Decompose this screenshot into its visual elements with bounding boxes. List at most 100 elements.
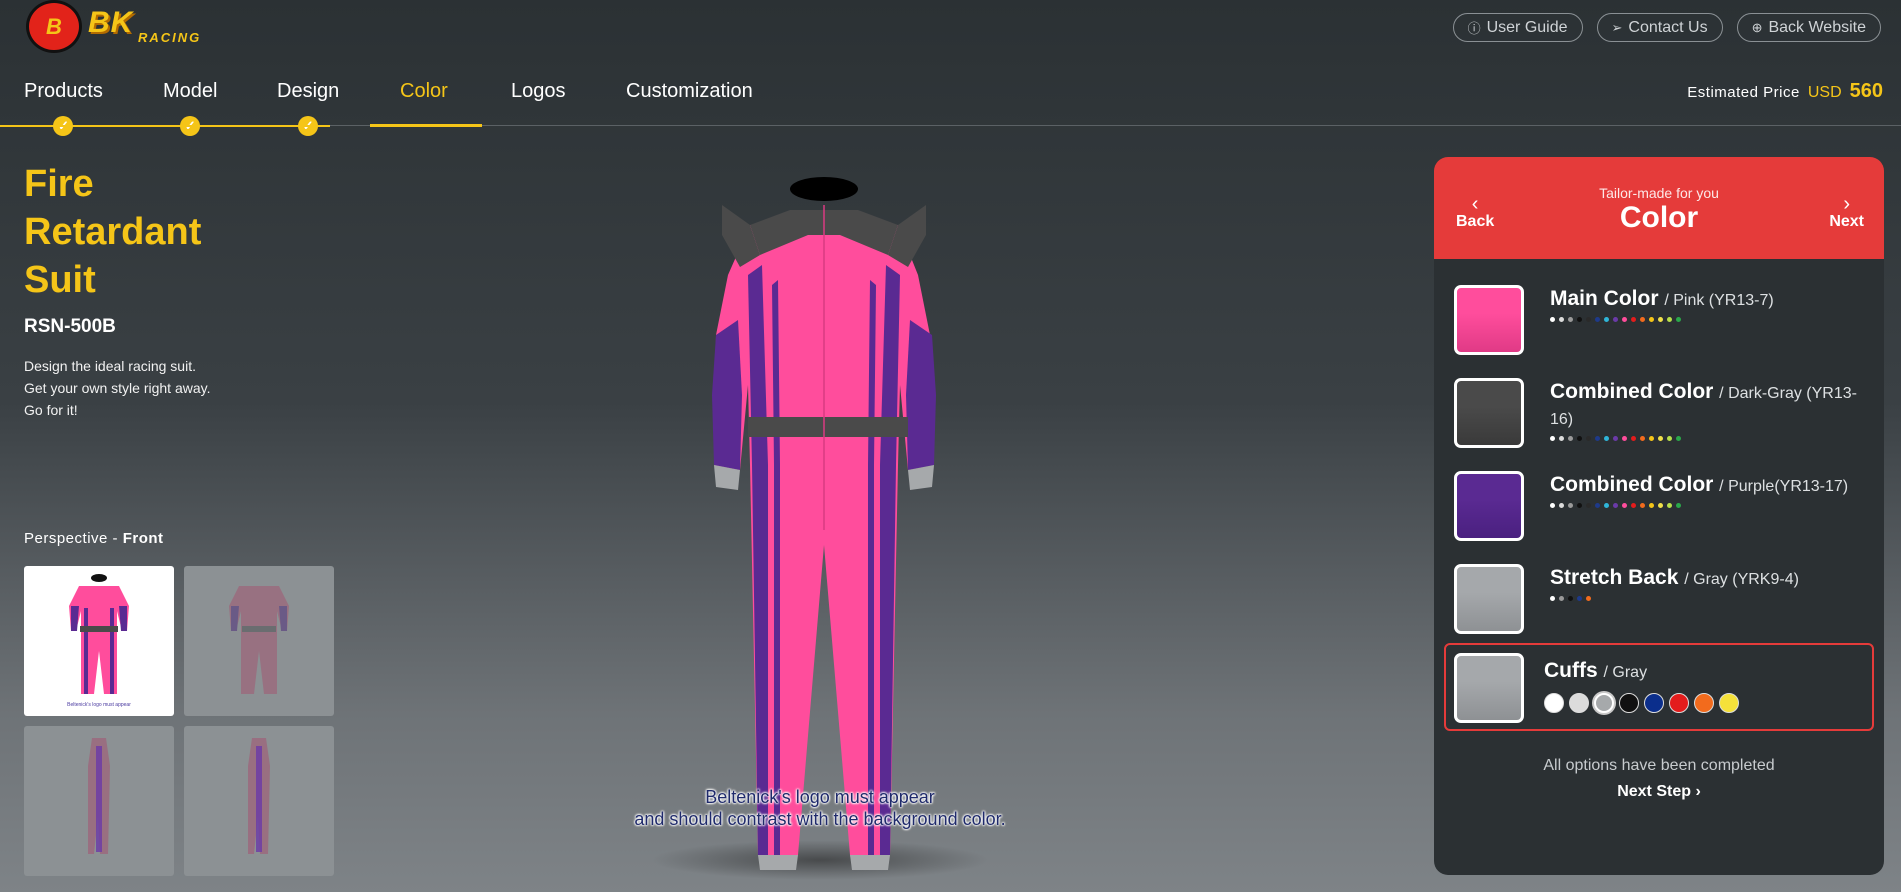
tab-model[interactable]: Model ✓	[163, 80, 217, 136]
thumb-back[interactable]	[184, 566, 334, 716]
swatch-main-color[interactable]	[1454, 285, 1524, 355]
tab-logos[interactable]: Logos	[511, 80, 566, 103]
cuff-color-option[interactable]	[1694, 693, 1714, 713]
swatch-combined-color-1[interactable]	[1454, 378, 1524, 448]
cuff-color-option[interactable]	[1669, 693, 1689, 713]
color-dot[interactable]	[1640, 436, 1645, 441]
cuff-color-option[interactable]	[1644, 693, 1664, 713]
thumb-front[interactable]: Beltenick's logo must appear	[24, 566, 174, 716]
color-dot[interactable]	[1631, 317, 1636, 322]
color-dot[interactable]	[1631, 436, 1636, 441]
option-value: / Pink (YR13-7)	[1664, 292, 1774, 309]
color-dot[interactable]	[1550, 596, 1555, 601]
color-dot[interactable]	[1649, 436, 1654, 441]
option-label: Combined Color / Purple(YR13-17)	[1550, 473, 1870, 499]
contact-us-link[interactable]: ➢ Contact Us	[1596, 13, 1723, 42]
color-dot[interactable]	[1640, 503, 1645, 508]
color-dot[interactable]	[1649, 503, 1654, 508]
swatch-stretch-back[interactable]	[1454, 564, 1524, 634]
user-guide-link[interactable]: ⓘ User Guide	[1452, 13, 1583, 42]
color-dot[interactable]	[1568, 436, 1573, 441]
option-cuffs[interactable]: Cuffs / Gray	[1444, 643, 1874, 731]
color-dot[interactable]	[1613, 436, 1618, 441]
color-dot[interactable]	[1658, 317, 1663, 322]
title-line: Retardant	[24, 211, 202, 253]
color-dot[interactable]	[1559, 596, 1564, 601]
color-dot[interactable]	[1559, 436, 1564, 441]
color-dot[interactable]	[1622, 317, 1627, 322]
color-dot[interactable]	[1604, 503, 1609, 508]
color-dot[interactable]	[1577, 503, 1582, 508]
color-dot[interactable]	[1550, 503, 1555, 508]
palette-dots[interactable]	[1550, 436, 1681, 441]
brand-logo-wordmark[interactable]: BK	[88, 6, 133, 46]
tab-color-label: Color	[400, 80, 448, 102]
option-stretch-back[interactable]: Stretch Back / Gray (YRK9-4)	[1444, 552, 1874, 640]
color-dot[interactable]	[1568, 596, 1573, 601]
color-dot[interactable]	[1613, 503, 1618, 508]
color-dot[interactable]	[1667, 503, 1672, 508]
color-dot[interactable]	[1613, 317, 1618, 322]
swatch-combined-color-2[interactable]	[1454, 471, 1524, 541]
color-dot[interactable]	[1568, 317, 1573, 322]
desc-line: Design the ideal racing suit.	[24, 358, 196, 374]
tab-customization[interactable]: Customization	[626, 80, 753, 103]
color-dot[interactable]	[1667, 317, 1672, 322]
cuff-color-option[interactable]	[1619, 693, 1639, 713]
tab-color[interactable]: Color	[400, 80, 448, 103]
tab-products[interactable]: Products ✓	[24, 80, 103, 136]
color-dot[interactable]	[1631, 503, 1636, 508]
color-dot[interactable]	[1577, 436, 1582, 441]
color-dot[interactable]	[1658, 503, 1663, 508]
color-dot[interactable]	[1676, 503, 1681, 508]
color-dot[interactable]	[1622, 503, 1627, 508]
color-dot[interactable]	[1676, 317, 1681, 322]
color-dot[interactable]	[1586, 596, 1591, 601]
color-dot[interactable]	[1577, 596, 1582, 601]
cuff-color-option[interactable]	[1544, 693, 1564, 713]
color-dot[interactable]	[1604, 436, 1609, 441]
next-step-button[interactable]: Next Step ›	[1434, 783, 1884, 801]
product-model: RSN-500B	[24, 316, 116, 337]
color-dot[interactable]	[1559, 317, 1564, 322]
option-main-color[interactable]: Main Color / Pink (YR13-7)	[1444, 273, 1874, 361]
color-dot[interactable]	[1577, 317, 1582, 322]
color-dot[interactable]	[1604, 317, 1609, 322]
color-dot[interactable]	[1622, 436, 1627, 441]
thumb-right-side[interactable]	[184, 726, 334, 876]
cuff-color-option[interactable]	[1719, 693, 1739, 713]
palette-dots[interactable]	[1550, 596, 1591, 601]
palette-dots[interactable]	[1550, 317, 1681, 322]
color-dot[interactable]	[1595, 436, 1600, 441]
panel-header: ‹ Back Tailor-made for you Color › Next	[1434, 157, 1884, 259]
color-dot[interactable]	[1595, 503, 1600, 508]
color-dot[interactable]	[1559, 503, 1564, 508]
swatch-cuffs[interactable]	[1454, 653, 1524, 723]
option-combined-color-1[interactable]: Combined Color / Dark-Gray (YR13-16)	[1444, 366, 1874, 454]
color-dot[interactable]	[1550, 436, 1555, 441]
color-dot[interactable]	[1568, 503, 1573, 508]
palette-dots[interactable]	[1550, 503, 1681, 508]
tab-customization-label: Customization	[626, 80, 753, 102]
color-dot[interactable]	[1586, 317, 1591, 322]
cuff-color-option[interactable]	[1594, 693, 1614, 713]
color-dot[interactable]	[1550, 317, 1555, 322]
back-website-link[interactable]: ⊕ Back Website	[1736, 13, 1881, 42]
color-dot[interactable]	[1667, 436, 1672, 441]
option-label: Main Color / Pink (YR13-7)	[1550, 287, 1870, 313]
color-dot[interactable]	[1649, 317, 1654, 322]
color-dot[interactable]	[1595, 317, 1600, 322]
ankle-right	[850, 855, 890, 870]
color-dot[interactable]	[1586, 503, 1591, 508]
cuff-color-option[interactable]	[1569, 693, 1589, 713]
next-button[interactable]: › Next	[1829, 194, 1864, 231]
color-dot[interactable]	[1676, 436, 1681, 441]
completed-message: All options have been completed	[1543, 757, 1775, 774]
color-dot[interactable]	[1658, 436, 1663, 441]
thumb-left-side[interactable]	[24, 726, 174, 876]
brand-logo-badge[interactable]: B	[26, 0, 82, 53]
color-dot[interactable]	[1586, 436, 1591, 441]
tab-design[interactable]: Design ✓	[277, 80, 339, 136]
option-combined-color-2[interactable]: Combined Color / Purple(YR13-17)	[1444, 459, 1874, 547]
color-dot[interactable]	[1640, 317, 1645, 322]
